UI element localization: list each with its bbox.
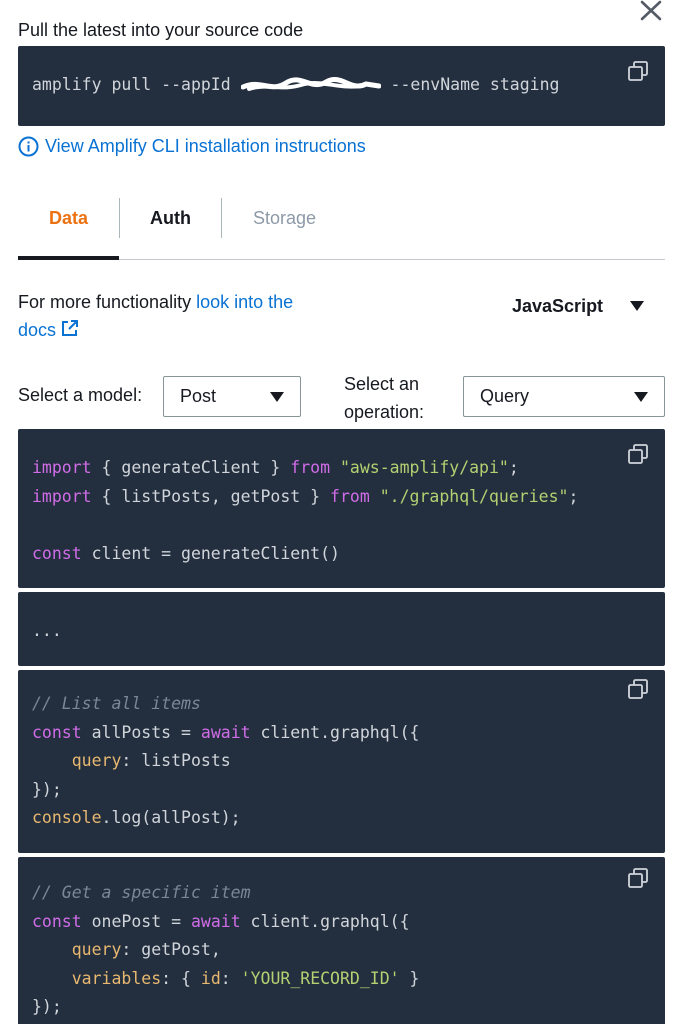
code-comment: // List all items — [32, 694, 201, 713]
tab-storage: Storage — [252, 207, 317, 228]
code-comment: // Get a specific item — [32, 883, 251, 902]
code-line: console.log(allPost); — [32, 808, 241, 827]
copy-icon[interactable] — [627, 60, 649, 82]
tab-auth[interactable]: Auth — [120, 196, 221, 240]
code-line: variables: { id: 'YOUR_RECORD_ID' } — [71, 969, 420, 988]
code-line: query: listPosts — [71, 751, 231, 770]
copy-icon[interactable] — [627, 443, 649, 465]
code-line: import { listPosts, getPost } from "./gr… — [32, 487, 579, 506]
model-label: Select a model: — [18, 385, 143, 405]
code-block-imports: import { generateClient } from "aws-ampl… — [18, 429, 665, 588]
code-line: ... — [32, 621, 62, 640]
code-block-list-items: // List all items const allPosts = await… — [18, 670, 665, 853]
cli-link-label: View Amplify CLI installation instructio… — [45, 136, 366, 156]
code-line: const allPosts = await client.graphql({ — [32, 723, 420, 742]
copy-icon[interactable] — [627, 678, 649, 700]
caret-down-icon — [270, 391, 284, 402]
external-link-icon — [62, 320, 79, 336]
code-line: const onePost = await client.graphql({ — [32, 912, 410, 931]
language-value: JavaScript — [512, 295, 604, 316]
caret-down-icon — [630, 301, 644, 311]
functionality-text: For more functionality look into the doc… — [18, 292, 294, 340]
code-block-get-item: // Get a specific item const onePost = a… — [18, 857, 665, 1024]
cli-instructions-link[interactable]: View Amplify CLI installation instructio… — [18, 136, 366, 157]
redacted-app-id — [240, 76, 381, 91]
code-line: }); — [32, 780, 62, 799]
copy-icon[interactable] — [627, 867, 649, 889]
tab-bar: Data Auth Storage — [18, 196, 665, 260]
code-line: query: getPost, — [71, 940, 221, 959]
close-icon[interactable] — [638, 0, 664, 22]
info-icon — [18, 136, 39, 157]
operation-label: Select an operation: — [344, 374, 425, 422]
code-block-ellipsis: ... — [18, 592, 665, 666]
pull-command-box: amplify pull --appId --envName staging — [18, 46, 665, 126]
pull-command[interactable]: amplify pull --appId --envName staging — [32, 75, 559, 95]
code-line: }); — [32, 997, 62, 1016]
pull-title: Pull the latest into your source code — [18, 20, 304, 40]
language-dropdown[interactable]: JavaScript — [512, 292, 644, 320]
operation-select[interactable]: Query — [463, 376, 665, 417]
tab-data[interactable]: Data — [18, 196, 119, 260]
model-select[interactable]: Post — [163, 376, 301, 417]
caret-down-icon — [634, 391, 648, 402]
code-line: import { generateClient } from "aws-ampl… — [32, 458, 519, 477]
code-line: const client = generateClient() — [32, 544, 340, 563]
